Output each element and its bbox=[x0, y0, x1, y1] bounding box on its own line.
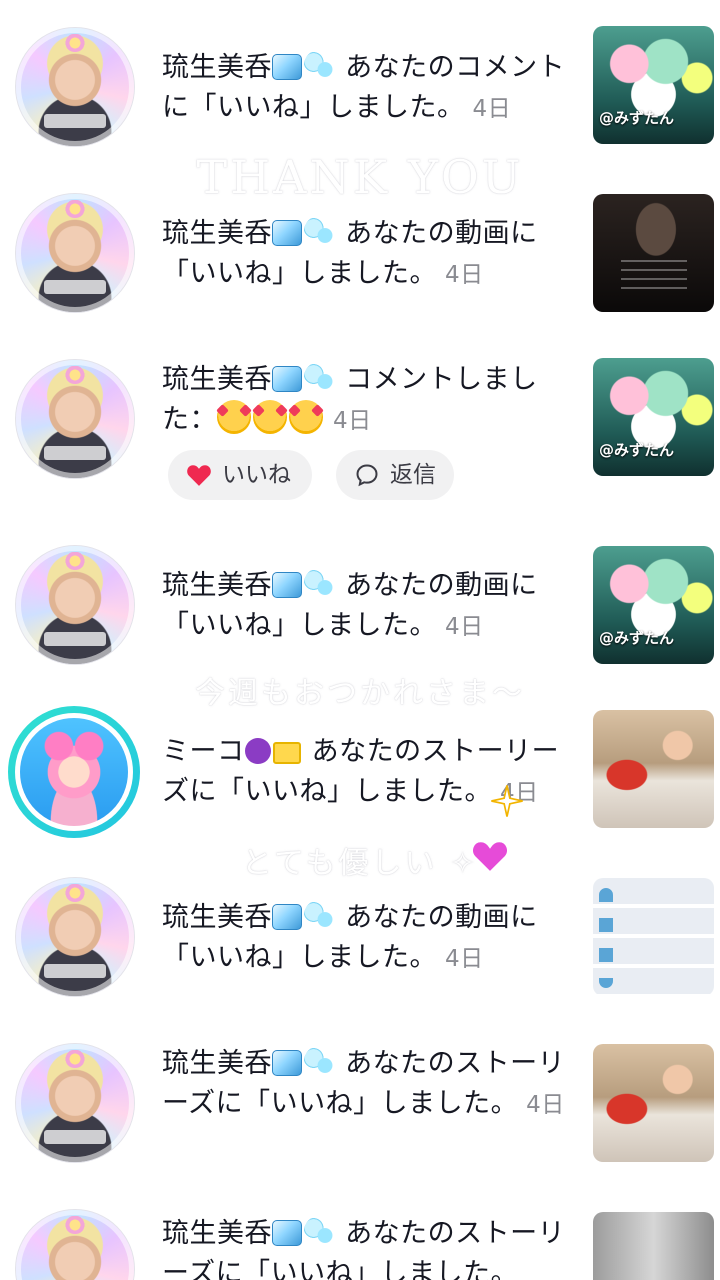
video-thumbnail[interactable]: @みずたん bbox=[593, 546, 714, 664]
smiling-face-with-hearts-icon bbox=[289, 400, 323, 434]
bubbles-icon bbox=[304, 362, 334, 392]
notification-text: 琉生美呑 あなたのストーリーズに「いいね」しました。 4日 bbox=[162, 1044, 574, 1125]
smiling-face-with-hearts-icon bbox=[217, 400, 251, 434]
timestamp: 4日 bbox=[445, 614, 484, 640]
notification-text: 琉生美呑 コメントしました： 4日 bbox=[162, 360, 574, 441]
ice-cube-icon bbox=[272, 572, 302, 598]
avatar-caption-graphic bbox=[44, 964, 106, 978]
username[interactable]: 琉生美呑 bbox=[162, 570, 272, 601]
username[interactable]: 琉生美呑 bbox=[162, 1048, 272, 1079]
purple-heart-icon bbox=[470, 839, 510, 875]
ice-cube-icon bbox=[272, 366, 302, 392]
avatar[interactable] bbox=[16, 1044, 134, 1162]
avatar-caption-graphic bbox=[44, 446, 106, 460]
like-button[interactable]: いいね bbox=[168, 450, 312, 500]
sparkle-icon bbox=[491, 785, 523, 817]
avatar[interactable] bbox=[16, 1210, 134, 1280]
love-letter-icon bbox=[272, 742, 301, 764]
timestamp: 4日 bbox=[333, 408, 372, 434]
heart-icon bbox=[187, 465, 211, 486]
avatar[interactable] bbox=[16, 878, 134, 996]
bubbles-icon bbox=[304, 216, 334, 246]
bubbles-icon bbox=[304, 50, 334, 80]
ice-cube-icon bbox=[272, 1220, 302, 1246]
smiling-devil-icon bbox=[244, 738, 271, 764]
thumbnail-caption: @みずたん bbox=[599, 441, 675, 459]
video-thumbnail[interactable] bbox=[593, 194, 714, 312]
avatar[interactable] bbox=[16, 546, 134, 664]
crown-icon bbox=[65, 1216, 85, 1234]
username[interactable]: 琉生美呑 bbox=[162, 218, 272, 249]
notification-text: 琉生美呑 あなたの動画に「いいね」しました。 4日 bbox=[162, 898, 574, 979]
notification-text: 琉生美呑 あなたのコメントに「いいね」しました。 4日 bbox=[162, 48, 574, 129]
notification-item[interactable]: 琉生美呑 あなたの動画に「いいね」しました。 4日 bbox=[0, 168, 720, 336]
thumbnail-text-graphic bbox=[621, 260, 687, 294]
story-thumbnail[interactable] bbox=[593, 710, 714, 828]
thumbnail-caption: @みずたん bbox=[599, 109, 675, 127]
notification-text: 琉生美呑 あなたのストーリーズに「いいね」しました。 bbox=[162, 1214, 574, 1280]
notification-text: 琉生美呑 あなたの動画に「いいね」しました。 4日 bbox=[162, 214, 574, 295]
ice-cube-icon bbox=[272, 220, 302, 246]
notification-item[interactable]: 琉生美呑 あなたのストーリーズに「いいね」しました。 bbox=[0, 1210, 720, 1280]
video-thumbnail[interactable] bbox=[593, 878, 714, 996]
crown-icon bbox=[65, 366, 85, 384]
notification-item[interactable]: 琉生美呑 あなたの動画に「いいね」しました。 4日 @みずたん bbox=[0, 536, 720, 706]
bubbles-icon bbox=[304, 900, 334, 930]
notification-item[interactable]: 琉生美呑 あなたのコメントに「いいね」しました。 4日 @みずたん bbox=[0, 0, 720, 168]
username[interactable]: ミーコ bbox=[162, 736, 245, 767]
bubbles-icon bbox=[304, 568, 334, 598]
smiling-face-with-hearts-icon bbox=[253, 400, 287, 434]
username[interactable]: 琉生美呑 bbox=[162, 364, 272, 395]
bubbles-icon bbox=[304, 1046, 334, 1076]
timestamp: 4日 bbox=[526, 1092, 565, 1118]
notification-text: 琉生美呑 あなたの動画に「いいね」しました。 4日 bbox=[162, 566, 574, 647]
story-thumbnail[interactable] bbox=[593, 1212, 714, 1280]
avatar-ring-gap bbox=[15, 713, 133, 831]
notification-item[interactable]: 琉生美呑 コメントしました： 4日 @みずたん いいね 返信 bbox=[0, 336, 720, 536]
avatar[interactable] bbox=[16, 360, 134, 478]
ice-cube-icon bbox=[272, 904, 302, 930]
reply-label: 返信 bbox=[390, 462, 436, 488]
ice-cube-icon bbox=[272, 1050, 302, 1076]
crown-icon bbox=[65, 200, 85, 218]
notification-item[interactable]: 琉生美呑 あなたの動画に「いいね」しました。 4日 bbox=[0, 872, 720, 1040]
username[interactable]: 琉生美呑 bbox=[162, 1218, 272, 1249]
crown-icon bbox=[65, 34, 85, 52]
crown-icon bbox=[65, 884, 85, 902]
bubbles-icon bbox=[304, 1216, 334, 1246]
video-thumbnail[interactable]: @みずたん bbox=[593, 358, 714, 476]
avatar-with-story-ring[interactable] bbox=[8, 706, 140, 838]
video-thumbnail[interactable]: @みずたん bbox=[593, 26, 714, 144]
avatar[interactable] bbox=[16, 194, 134, 312]
ice-cube-icon bbox=[272, 54, 302, 80]
crown-icon bbox=[65, 1050, 85, 1068]
like-label: いいね bbox=[222, 462, 291, 488]
avatar-caption-graphic bbox=[44, 1130, 106, 1144]
timestamp: 4日 bbox=[445, 262, 484, 288]
notification-item[interactable]: 琉生美呑 あなたのストーリーズに「いいね」しました。 4日 bbox=[0, 1040, 720, 1210]
timestamp: 4日 bbox=[472, 96, 512, 122]
avatar-caption-graphic bbox=[44, 114, 106, 128]
avatar bbox=[20, 718, 128, 826]
reply-bubble-icon bbox=[356, 464, 378, 487]
avatar-caption-graphic bbox=[44, 280, 106, 294]
reply-button[interactable]: 返信 bbox=[336, 450, 454, 500]
crown-icon bbox=[65, 552, 85, 570]
username[interactable]: 琉生美呑 bbox=[162, 52, 272, 83]
avatar[interactable] bbox=[16, 28, 134, 146]
thumbnail-caption: @みずたん bbox=[599, 629, 675, 647]
timestamp: 4日 bbox=[445, 946, 484, 972]
avatar-caption-graphic bbox=[44, 632, 106, 646]
username[interactable]: 琉生美呑 bbox=[162, 902, 272, 933]
notification-feed: 琉生美呑 あなたのコメントに「いいね」しました。 4日 @みずたん 琉生美呑 あな… bbox=[0, 0, 720, 1280]
notification-item[interactable]: ミーコ あなたのストーリーズに「いいね」しました。 4日 bbox=[0, 706, 720, 872]
story-thumbnail[interactable] bbox=[593, 1044, 714, 1162]
